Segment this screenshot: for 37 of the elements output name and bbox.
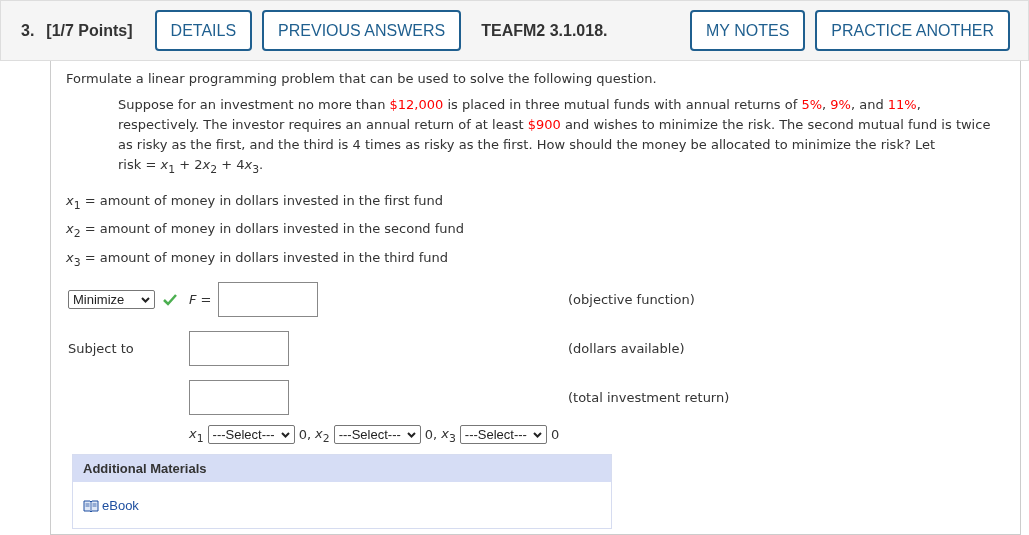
bound-text: 0 xyxy=(550,427,560,443)
problem-text: Suppose for an investment no more than $12,000 is placed in three mutual funds with annual returns of 5%, 9%, and 11%, respectively. The investor requires an annual return of at least $900 and wishes to minimize the risk. The second mutual fund is twice as risky as the first, and the third is 4 times as risky as the first. How should the money be allocated to minimize the risk? Let risk = x$_{1}$ + 2x$_{2}$ + 4x$_{3}$. xyxy=(118,96,992,178)
input-field[interactable] xyxy=(189,380,289,416)
input-field[interactable] xyxy=(217,282,318,318)
input-field[interactable] xyxy=(189,331,289,367)
book-icon xyxy=(83,498,99,512)
chevron-down-icon xyxy=(141,296,150,303)
variable-label: x$_{1}$ xyxy=(189,425,204,445)
comment-text: (objective function) xyxy=(568,292,696,308)
comment-text: (total investment return) xyxy=(568,390,731,406)
relation-select[interactable]: ---Select--- xyxy=(459,425,547,445)
header-button[interactable]: PRACTICE ANOTHER xyxy=(815,10,1010,51)
question-number: 3. xyxy=(21,21,35,40)
objective-select[interactable]: Minimize xyxy=(68,290,155,310)
chevron-down-icon xyxy=(280,431,290,438)
bound-text: 0, xyxy=(424,427,438,443)
ebook-link[interactable]: eBook xyxy=(102,497,139,513)
header-button[interactable]: DETAILS xyxy=(154,10,253,51)
header-button[interactable]: MY NOTES xyxy=(690,10,806,51)
question-code: TEAFM2 3.1.018. xyxy=(481,21,608,40)
materials-title: Additional Materials xyxy=(73,455,611,483)
relation-select[interactable]: ---Select--- xyxy=(207,425,295,445)
function-label: F = xyxy=(189,292,212,308)
instruction-text: Formulate a linear programming problem that can be used to solve the following question. xyxy=(66,70,658,88)
relation-select[interactable]: ---Select--- xyxy=(333,425,421,445)
comment-text: (dollars available) xyxy=(568,341,686,357)
variable-definition: x$_{2}$ = amount of money in dollars invested in the second fund xyxy=(66,220,466,242)
chevron-down-icon xyxy=(532,431,542,438)
variable-definition: x$_{1}$ = amount of money in dollars invested in the first fund xyxy=(66,191,445,214)
variable-label: x$_{2}$ xyxy=(315,425,330,445)
points-label: [1/7 Points] xyxy=(46,21,133,40)
bound-text: 0, xyxy=(298,427,312,443)
subject-to-label: Subject to xyxy=(68,341,135,357)
chevron-down-icon xyxy=(406,431,416,438)
variable-definition: x$_{3}$ = amount of money in dollars invested in the third fund xyxy=(66,248,449,271)
variable-label: x$_{3}$ xyxy=(441,425,456,445)
header-button[interactable]: PREVIOUS ANSWERS xyxy=(262,10,462,51)
